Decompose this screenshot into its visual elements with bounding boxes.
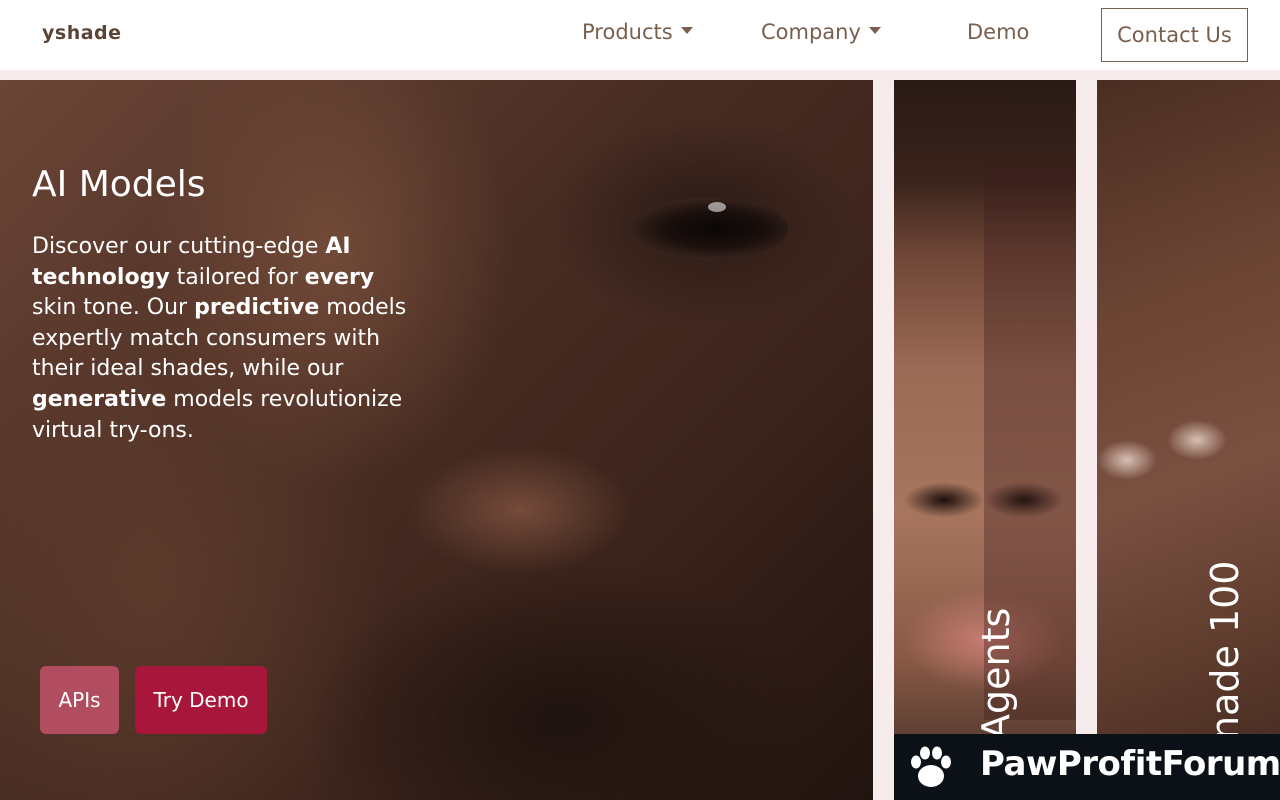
nav-products[interactable]: Products [582,20,693,44]
nav-company-label: Company [761,20,861,44]
nav-products-label: Products [582,20,673,44]
chevron-down-icon [680,26,693,34]
chevron-down-icon [868,26,881,34]
shade-panel[interactable]: nade 100 [1097,80,1280,800]
hero-image-highlight [708,202,726,212]
nav-demo[interactable]: Demo [967,20,1029,44]
hero-description: Discover our cutting-edge AI technology … [32,234,407,443]
logo[interactable]: yshade [42,22,122,44]
watermark-text: PawProfitForum [980,744,1280,784]
shade-panel-label: nade 100 [1203,560,1247,740]
hero-panel: AI Models Discover our cutting-edge AI t… [0,80,873,800]
watermark-banner: PawProfitForum [894,734,1280,800]
hero-title: AI Models [32,164,206,205]
apis-button[interactable]: APIs [40,666,119,734]
try-demo-button[interactable]: Try Demo [135,666,267,734]
site-header: yshade Products Company Demo Contact Us [0,0,1280,70]
nav-company[interactable]: Company [761,20,881,44]
nav-demo-label: Demo [967,20,1030,44]
agents-panel-label: Agents [974,607,1018,740]
paw-icon [911,746,951,787]
agents-panel[interactable]: Agents [894,80,1076,800]
contact-us-button[interactable]: Contact Us [1101,8,1248,62]
